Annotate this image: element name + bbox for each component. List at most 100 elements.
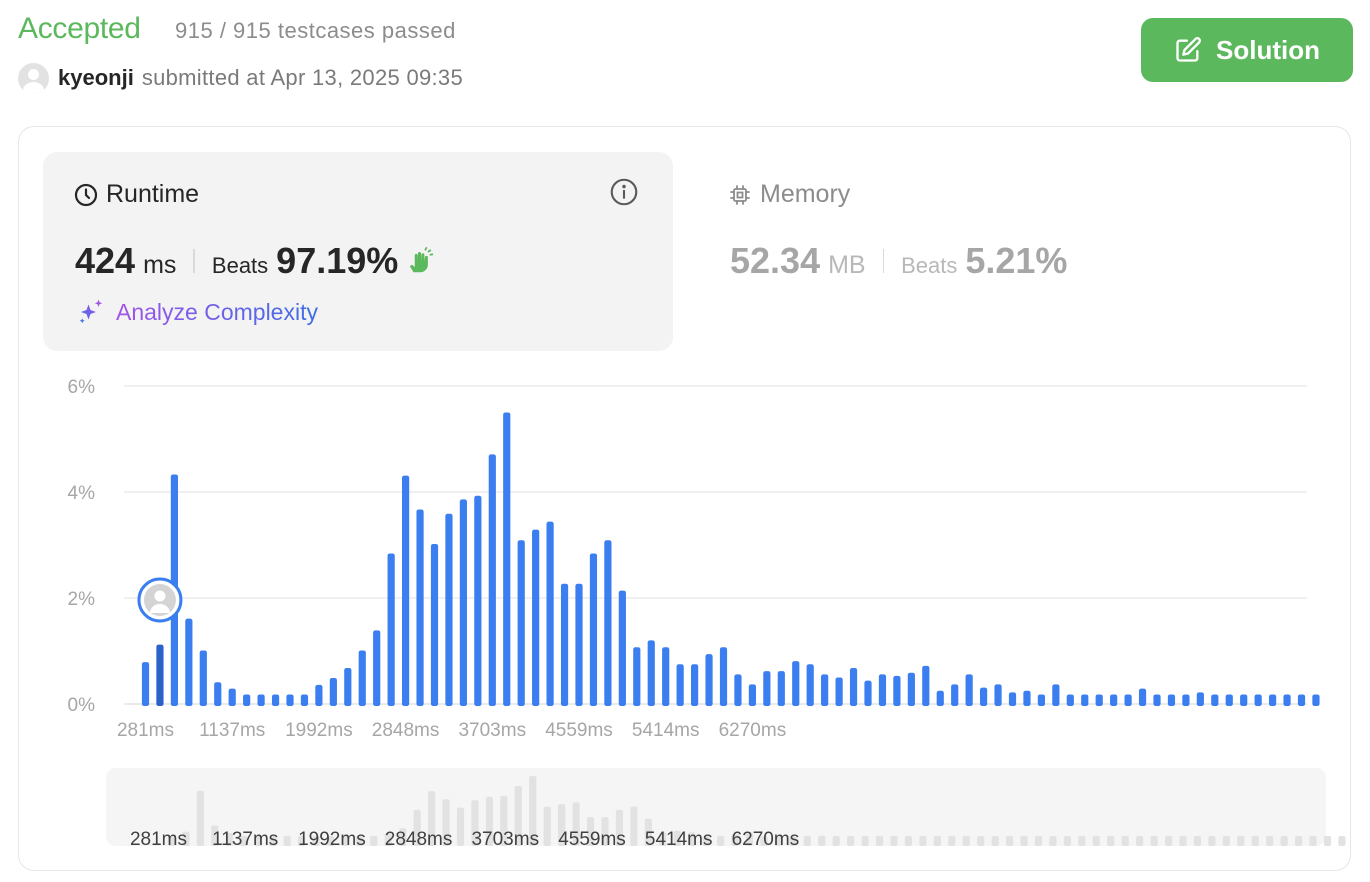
- overview-bar: [832, 836, 840, 846]
- bar[interactable]: [243, 694, 251, 706]
- bar[interactable]: [763, 671, 771, 706]
- bar[interactable]: [835, 677, 843, 707]
- bar[interactable]: [402, 475, 410, 706]
- bar[interactable]: [936, 690, 944, 706]
- bar[interactable]: [1153, 694, 1161, 706]
- bar[interactable]: [907, 672, 915, 706]
- bar[interactable]: [821, 674, 829, 706]
- bar[interactable]: [199, 650, 207, 706]
- bar[interactable]: [734, 674, 742, 706]
- bar[interactable]: [1124, 694, 1132, 706]
- bar[interactable]: [965, 674, 973, 706]
- bar[interactable]: [849, 667, 858, 706]
- overview-bar: [861, 836, 869, 846]
- overview-bar: [1266, 836, 1274, 846]
- bar[interactable]: [878, 674, 887, 706]
- bar[interactable]: [575, 583, 583, 706]
- bar[interactable]: [633, 647, 641, 706]
- overview-bar: [1034, 836, 1043, 846]
- bar[interactable]: [1254, 694, 1262, 706]
- overview-tick-label: 3703ms: [471, 829, 539, 850]
- bar[interactable]: [951, 684, 959, 706]
- bar[interactable]: [1023, 690, 1031, 706]
- bar[interactable]: [373, 630, 381, 706]
- overview-bar: [1107, 836, 1115, 846]
- bar[interactable]: [777, 671, 785, 706]
- bar[interactable]: [792, 661, 800, 706]
- bar[interactable]: [257, 694, 265, 706]
- bar[interactable]: [748, 684, 756, 706]
- bar[interactable]: [806, 664, 814, 706]
- overview-bar: [1063, 836, 1071, 846]
- bar[interactable]: [1211, 694, 1219, 706]
- bar[interactable]: [416, 509, 424, 706]
- bar[interactable]: [719, 647, 728, 706]
- bar[interactable]: [228, 688, 236, 706]
- bar[interactable]: [358, 650, 366, 706]
- bar[interactable]: [532, 529, 540, 706]
- bar[interactable]: [1196, 692, 1204, 706]
- bar[interactable]: [344, 667, 352, 706]
- overview-bar: [1193, 836, 1202, 846]
- overview-bar: [283, 836, 291, 846]
- bar[interactable]: [1312, 694, 1320, 706]
- bar[interactable]: [1052, 684, 1060, 706]
- bar[interactable]: [618, 590, 626, 706]
- bar[interactable]: [1182, 694, 1190, 706]
- bar[interactable]: [517, 540, 525, 706]
- bar[interactable]: [1081, 694, 1089, 706]
- bar[interactable]: [546, 521, 554, 706]
- bar[interactable]: [893, 675, 901, 706]
- y-tick-label: 6%: [68, 377, 96, 398]
- bar[interactable]: [387, 553, 395, 706]
- bar[interactable]: [474, 495, 482, 706]
- bar[interactable]: [488, 454, 496, 706]
- bar[interactable]: [459, 499, 467, 706]
- bar[interactable]: [705, 654, 713, 706]
- bar[interactable]: [329, 678, 337, 706]
- overview-bar: [1323, 836, 1332, 846]
- bar[interactable]: [560, 583, 569, 706]
- bar[interactable]: [1167, 694, 1176, 706]
- bar[interactable]: [1008, 692, 1017, 706]
- bar[interactable]: [430, 543, 439, 706]
- bar[interactable]: [503, 412, 511, 707]
- bar[interactable]: [922, 665, 930, 706]
- bar[interactable]: [271, 694, 280, 706]
- overview-bar: [818, 835, 826, 846]
- overview-bar: [1049, 836, 1057, 846]
- bar[interactable]: [185, 618, 193, 706]
- bar[interactable]: [647, 640, 655, 706]
- bar[interactable]: [1225, 694, 1233, 706]
- bar[interactable]: [1037, 694, 1045, 706]
- bar[interactable]: [676, 664, 684, 706]
- bar[interactable]: [864, 680, 872, 706]
- bar[interactable]: [445, 513, 453, 706]
- bar[interactable]: [589, 553, 598, 706]
- bar[interactable]: [300, 694, 309, 706]
- bar[interactable]: [662, 647, 670, 706]
- overview-bar: [630, 806, 638, 846]
- bar[interactable]: [980, 687, 988, 706]
- bar[interactable]: [994, 684, 1002, 706]
- bar[interactable]: [1269, 694, 1277, 706]
- bar[interactable]: [141, 662, 150, 706]
- overview-strip[interactable]: [106, 768, 1326, 846]
- bar[interactable]: [1095, 694, 1103, 706]
- bar[interactable]: [1297, 694, 1306, 706]
- bar[interactable]: [214, 682, 222, 706]
- bar[interactable]: [691, 664, 699, 706]
- bar[interactable]: [1066, 694, 1074, 706]
- runtime-distribution-chart[interactable]: 6% 4% 2% 0% 281ms 1137ms 1992ms 2848ms 3703ms 455…: [0, 0, 1370, 882]
- bar[interactable]: [156, 644, 164, 706]
- bar[interactable]: [1283, 694, 1291, 706]
- bar[interactable]: [286, 694, 294, 706]
- overview-bar: [1078, 836, 1086, 846]
- overview-bar: [1309, 836, 1317, 846]
- bar[interactable]: [315, 684, 323, 706]
- bar[interactable]: [1240, 694, 1248, 706]
- bar[interactable]: [604, 540, 612, 706]
- overview-bar: [875, 836, 884, 846]
- bar[interactable]: [1110, 694, 1118, 706]
- bar[interactable]: [1138, 688, 1147, 706]
